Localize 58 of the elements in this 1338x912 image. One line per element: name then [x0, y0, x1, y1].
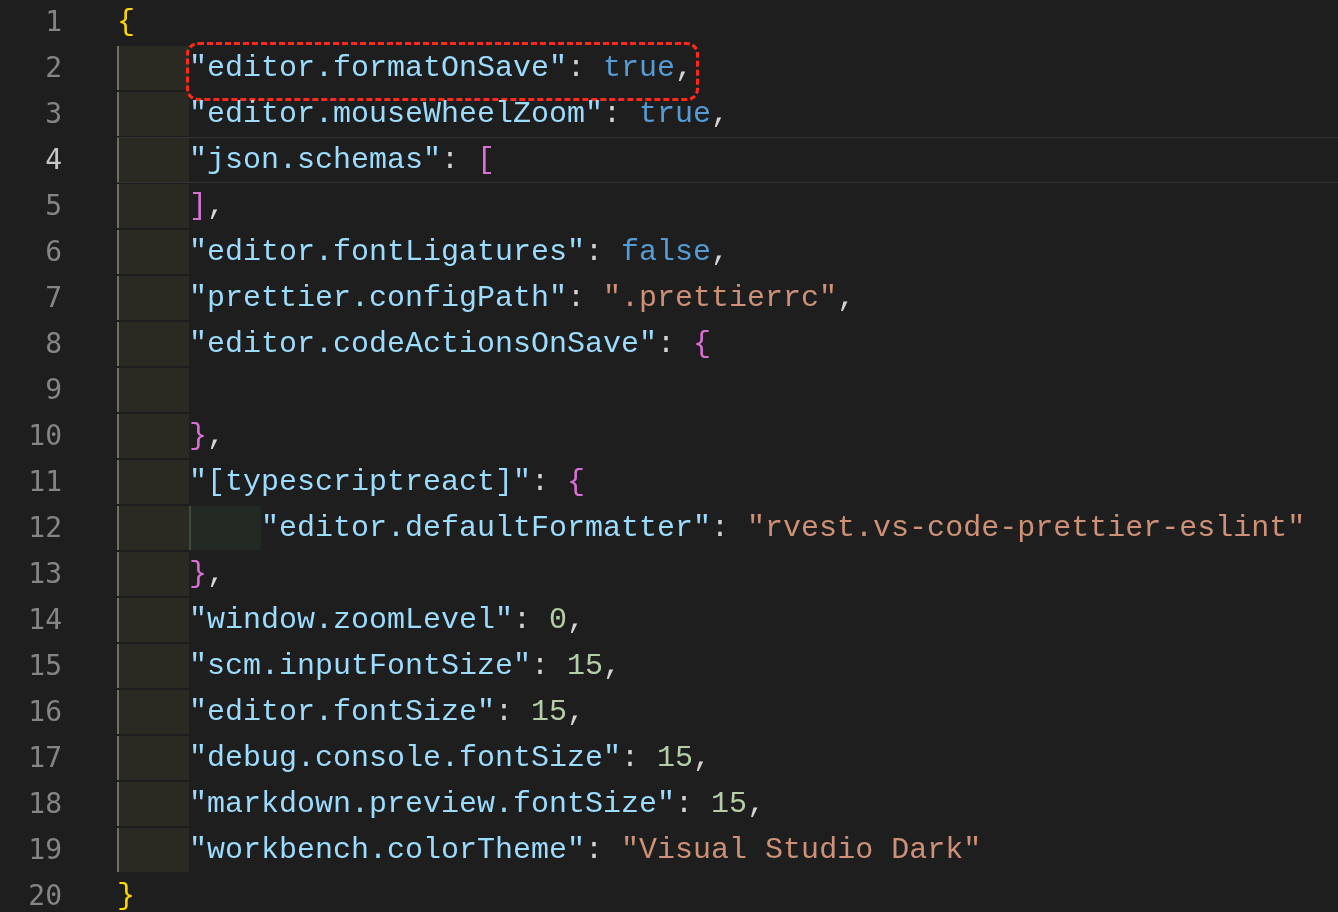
- code-line: "workbench.colorTheme": "Visual Studio Dark": [189, 831, 982, 869]
- indent-guide: [117, 230, 189, 274]
- line-number: 3: [44, 96, 62, 132]
- line-number: 13: [27, 556, 62, 592]
- line-number: 1: [44, 4, 62, 40]
- indent-guide: [117, 46, 189, 90]
- code-line: }: [117, 877, 135, 912]
- indent-guide: [117, 322, 189, 366]
- code-line: "editor.mouseWheelZoom": true,: [189, 95, 730, 133]
- code-line: "editor.fontLigatures": false,: [189, 233, 730, 271]
- code-line: {: [117, 3, 135, 41]
- indent-guide: [117, 736, 189, 780]
- line-number: 9: [44, 372, 62, 408]
- line-number: 17: [27, 740, 62, 776]
- line-number: 12: [27, 510, 62, 546]
- code-line: },: [189, 555, 226, 593]
- code-line: "editor.formatOnSave": true,: [189, 45, 694, 91]
- indent-guide: [117, 184, 189, 228]
- indent-guide: [189, 506, 261, 550]
- line-number: 11: [27, 464, 62, 500]
- indent-guide: [117, 506, 189, 550]
- indent-guide: [117, 782, 189, 826]
- indent-guide: [117, 138, 189, 182]
- indent-guide: [117, 644, 189, 688]
- line-number: 10: [27, 418, 62, 454]
- line-number: 4: [44, 142, 62, 178]
- line-number: 8: [44, 326, 62, 362]
- indent-guide: [117, 92, 189, 136]
- line-number: 5: [44, 188, 62, 224]
- code-line: "editor.fontSize": 15,: [189, 693, 586, 731]
- line-number: 14: [27, 602, 62, 638]
- line-number: 19: [27, 832, 62, 868]
- indent-guide: [117, 690, 189, 734]
- indent-guide: [117, 828, 189, 872]
- code-line: "editor.defaultFormatter": "rvest.vs-code-prettier-eslint": [261, 509, 1306, 547]
- code-line: "debug.console.fontSize": 15,: [189, 739, 712, 777]
- line-number: 7: [44, 280, 62, 316]
- code-line: "json.schemas": [: [189, 141, 496, 179]
- indent-guide: [117, 598, 189, 642]
- indent-guide: [117, 276, 189, 320]
- indent-guide: [117, 460, 189, 504]
- indent-guide: [117, 368, 189, 412]
- indent-guide: [117, 414, 189, 458]
- code-line: "markdown.preview.fontSize": 15,: [189, 785, 766, 823]
- code-line: "window.zoomLevel": 0,: [189, 601, 586, 639]
- code-line: "editor.codeActionsOnSave": {: [189, 325, 712, 363]
- indent-guide: [117, 552, 189, 596]
- code-line: ],: [189, 187, 226, 225]
- code-line: },: [189, 417, 226, 455]
- line-number: 15: [27, 648, 62, 684]
- code-line: "prettier.configPath": ".prettierrc",: [189, 279, 856, 317]
- code-line: "[typescriptreact]": {: [189, 463, 586, 501]
- code-line: "scm.inputFontSize": 15,: [189, 647, 622, 685]
- line-number: 18: [27, 786, 62, 822]
- line-number: 20: [27, 878, 62, 912]
- line-number: 16: [27, 694, 62, 730]
- line-number: 2: [44, 50, 62, 86]
- line-number: 6: [44, 234, 62, 270]
